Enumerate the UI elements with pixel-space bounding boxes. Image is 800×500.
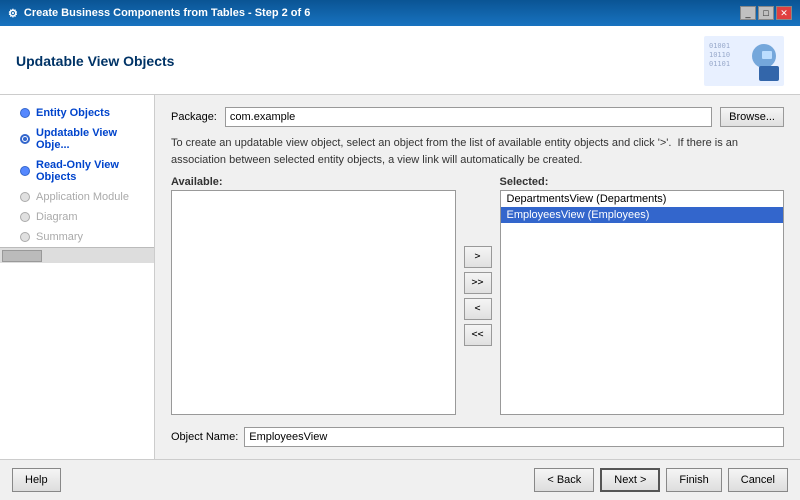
title-bar-controls[interactable]: _ □ ✕ [740,6,792,20]
dialog-footer: Help < Back Next > Finish Cancel [0,459,800,500]
svg-text:10110: 10110 [709,51,730,59]
selected-list-section: Selected: DepartmentsView (Departments) … [500,176,785,415]
step-icon-readonly [20,166,30,176]
transfer-buttons: > >> < << [460,176,496,415]
minimize-button[interactable]: _ [740,6,756,20]
package-label: Package: [171,111,217,123]
step-icon-app-module [20,192,30,202]
back-button[interactable]: < Back [534,468,594,492]
selected-label: Selected: [500,176,785,188]
main-panel: To create an updatable view object, sele… [155,95,800,459]
dialog: Updatable View Objects 01001 10110 01101… [0,26,800,500]
sidebar-label-entity: Entity Objects [36,107,110,119]
step-icon-entity [20,108,30,118]
transfer-area: Available: > >> < << Selected: Departmen… [171,176,784,415]
sidebar-item-readonly-view[interactable]: Read-Only View Objects [0,155,154,187]
sidebar-scrollbar[interactable] [0,247,154,263]
sidebar-label-app-module: Application Module [36,191,129,203]
sidebar-item-updatable-view[interactable]: Updatable View Obje... [0,123,154,155]
step-icon-diagram [20,212,30,222]
sidebar-item-diagram: Diagram [0,207,154,227]
next-button[interactable]: Next > [600,468,660,492]
title-bar-left: ⚙ Create Business Components from Tables… [8,7,310,20]
available-list[interactable] [171,190,456,415]
object-name-input[interactable] [244,427,784,447]
sidebar-scroll-thumb[interactable] [2,250,42,262]
close-button[interactable]: ✕ [776,6,792,20]
sidebar-item-summary: Summary [0,227,154,247]
package-row: Package: Browse... [171,107,784,127]
sidebar-label-diagram: Diagram [36,211,78,223]
step-icon-updatable [20,134,30,144]
finish-button[interactable]: Finish [666,468,721,492]
sidebar-label-summary: Summary [36,231,83,243]
object-name-label: Object Name: [171,431,238,443]
selected-item-departments[interactable]: DepartmentsView (Departments) [501,191,784,207]
package-input[interactable] [225,107,712,127]
add-all-button[interactable]: >> [464,272,492,294]
help-button[interactable]: Help [12,468,61,492]
app-icon: ⚙ [8,7,18,20]
cancel-button[interactable]: Cancel [728,468,788,492]
title-bar-text: Create Business Components from Tables -… [24,7,310,19]
content-area: Entity Objects Updatable View Obje... Re… [0,95,800,459]
sidebar-item-app-module: Application Module [0,187,154,207]
maximize-button[interactable]: □ [758,6,774,20]
header-graphic: 01001 10110 01101 [704,36,784,86]
sidebar-label-updatable: Updatable View Obje... [36,127,146,151]
title-bar: ⚙ Create Business Components from Tables… [0,0,800,26]
add-button[interactable]: > [464,246,492,268]
browse-button[interactable]: Browse... [720,107,784,127]
dialog-header: Updatable View Objects 01001 10110 01101 [0,26,800,95]
selected-item-employees[interactable]: EmployeesView (Employees) [501,207,784,223]
svg-text:01001: 01001 [709,42,730,50]
description-text: To create an updatable view object, sele… [171,135,784,168]
sidebar-item-entity-objects[interactable]: Entity Objects [0,103,154,123]
svg-text:01101: 01101 [709,60,730,68]
sidebar-label-readonly: Read-Only View Objects [36,159,146,183]
remove-button[interactable]: < [464,298,492,320]
available-label: Available: [171,176,456,188]
available-list-section: Available: [171,176,456,415]
step-icon-summary [20,232,30,242]
sidebar: Entity Objects Updatable View Obje... Re… [0,95,155,459]
footer-right: < Back Next > Finish Cancel [534,468,788,492]
header-decoration-icon: 01001 10110 01101 [704,36,784,86]
dialog-title: Updatable View Objects [16,53,174,69]
object-name-row: Object Name: [171,427,784,447]
remove-all-button[interactable]: << [464,324,492,346]
selected-list[interactable]: DepartmentsView (Departments) EmployeesV… [500,190,785,415]
